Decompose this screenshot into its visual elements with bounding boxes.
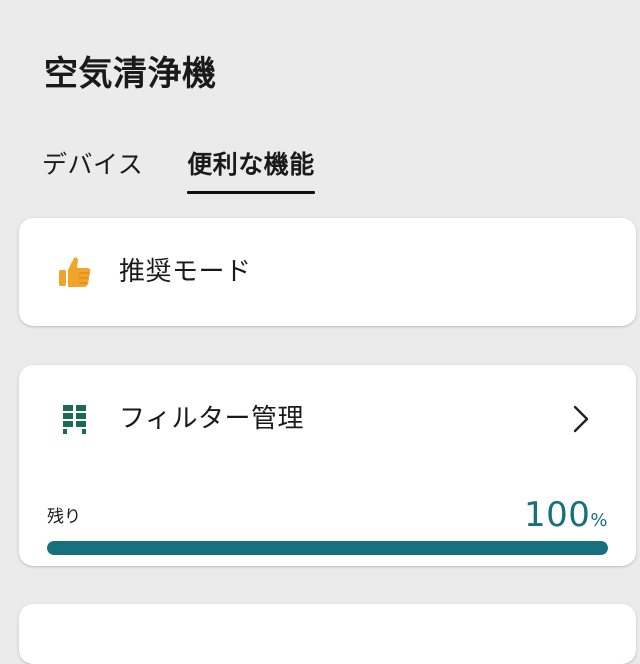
tab-devices[interactable]: デバイス xyxy=(42,146,143,190)
filter-life-progress-fill xyxy=(47,541,608,555)
tab-bar: デバイス 便利な機能 xyxy=(42,146,359,194)
recommend-mode-label: 推奨モード xyxy=(119,257,252,287)
remaining-unit: % xyxy=(590,510,608,531)
thumbs-up-icon xyxy=(55,252,95,292)
page-title: 空気清浄機 xyxy=(44,54,217,94)
chevron-right-icon[interactable] xyxy=(566,401,596,437)
recommend-mode-card[interactable]: 推奨モード xyxy=(19,218,636,326)
remaining-value: 100% xyxy=(524,495,608,541)
tab-useful-features[interactable]: 便利な機能 xyxy=(187,146,315,194)
remaining-number: 100 xyxy=(523,495,591,535)
remaining-label: 残り xyxy=(47,507,81,527)
filter-life-progress-bar xyxy=(47,541,608,555)
filter-management-card[interactable]: フィルター管理 残り 100% xyxy=(19,365,636,566)
filter-management-label: フィルター管理 xyxy=(119,404,304,434)
next-feature-card[interactable] xyxy=(19,604,636,664)
filter-grid-icon xyxy=(55,399,95,439)
